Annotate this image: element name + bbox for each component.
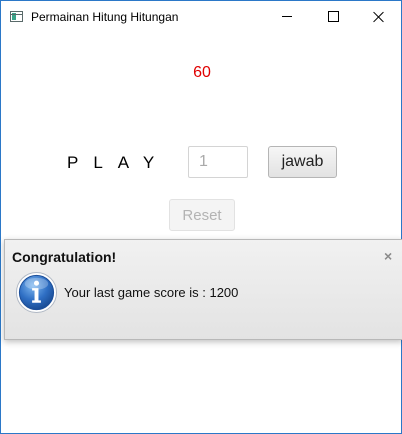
dialog-header: Congratulation! bbox=[12, 249, 117, 265]
close-icon bbox=[373, 11, 385, 23]
info-icon bbox=[15, 271, 58, 314]
reset-button[interactable]: Reset bbox=[169, 199, 235, 231]
app-window-icon bbox=[10, 11, 23, 22]
maximize-button[interactable] bbox=[310, 1, 356, 32]
window-title: Permainan Hitung Hitungan bbox=[31, 10, 179, 24]
play-label: PLAY bbox=[67, 153, 170, 172]
title-bar[interactable]: Permainan Hitung Hitungan bbox=[1, 1, 401, 32]
dialog-message: Your last game score is : 1200 bbox=[64, 285, 239, 300]
answer-input[interactable] bbox=[188, 146, 248, 178]
maximize-icon bbox=[327, 11, 339, 22]
jawab-button[interactable]: jawab bbox=[268, 146, 337, 178]
app-window: Permainan Hitung Hitungan 60 PLAY jawab … bbox=[0, 0, 402, 434]
timer-display: 60 bbox=[193, 64, 211, 81]
minimize-button[interactable] bbox=[264, 1, 310, 32]
minimize-icon bbox=[282, 16, 292, 17]
dialog-close-button[interactable]: × bbox=[384, 248, 392, 264]
close-window-button[interactable] bbox=[356, 1, 402, 32]
score-dialog: Congratulation! × Your last game score i… bbox=[4, 239, 402, 340]
